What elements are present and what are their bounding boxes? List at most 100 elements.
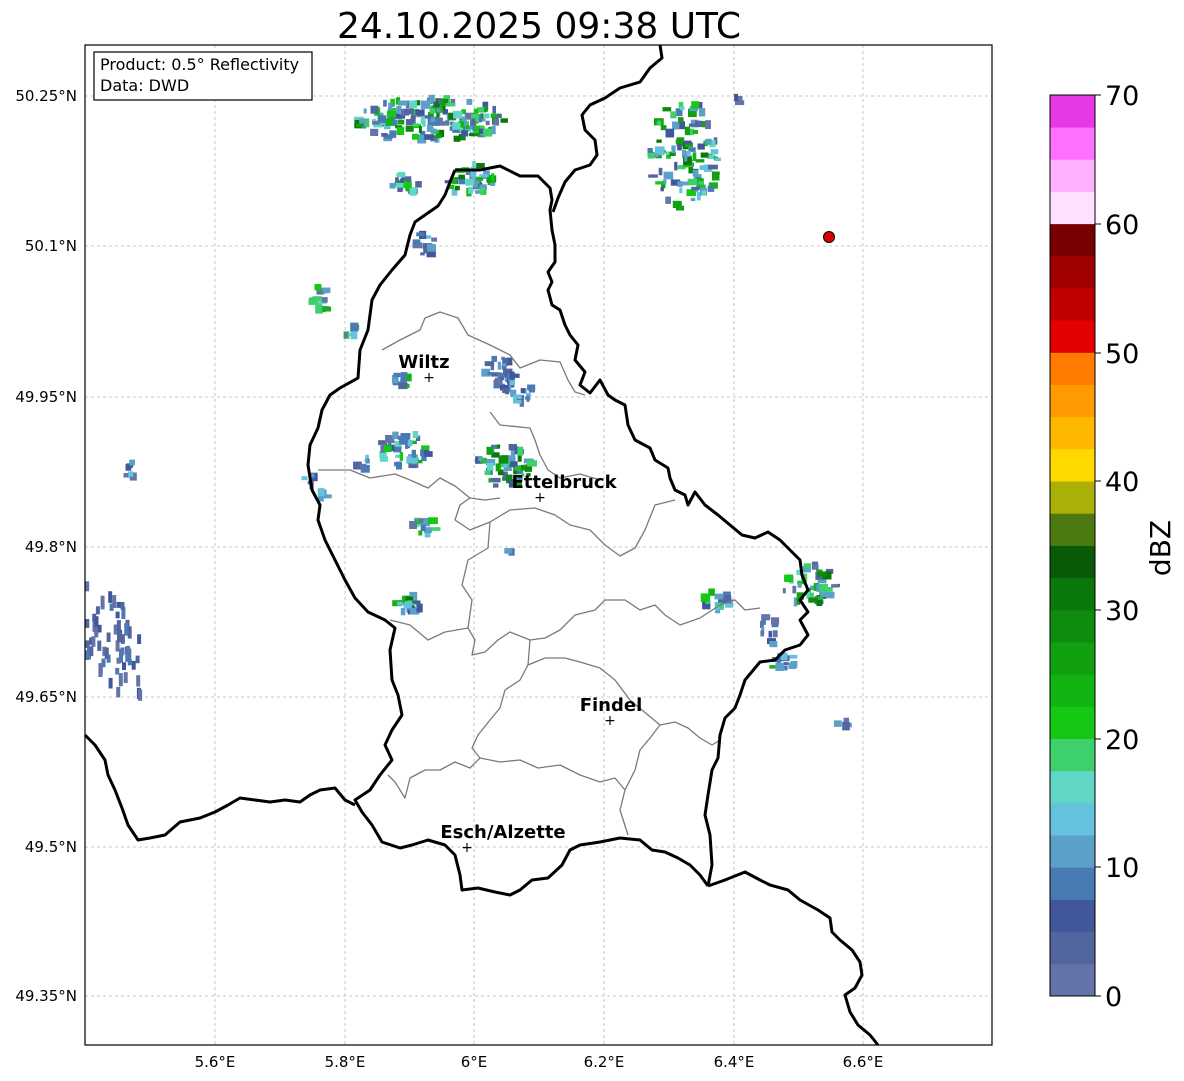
radar-echo-cell	[440, 121, 450, 126]
colorbar-tick: 20	[1105, 725, 1139, 756]
radar-echo-cell	[415, 109, 425, 116]
radar-echo-cell	[768, 630, 773, 638]
radar-echo-cell	[350, 322, 359, 332]
radar-echo-cell	[493, 118, 500, 126]
colorbar-ticks: 0 10 20 30 40 50 60 70	[1095, 81, 1139, 1013]
radar-echo-cell	[527, 384, 536, 391]
radar-echo-cell	[465, 178, 475, 186]
radar-echo-cell	[471, 118, 476, 125]
radar-echo-cell	[470, 171, 476, 178]
radar-echo-cell	[364, 459, 369, 463]
radar-echo-cell	[812, 564, 819, 570]
radar-echo-cell	[97, 640, 102, 651]
colorbar-segment	[1050, 127, 1095, 160]
radar-echo-cell	[714, 593, 724, 600]
radar-echo-cell	[760, 630, 764, 637]
lat-tick: 49.95°N	[15, 388, 77, 406]
lon-tick: 6.2°E	[584, 1053, 625, 1071]
radar-echo-cell	[712, 171, 720, 181]
radar-echo-cell	[430, 117, 436, 123]
radar-echo-cell	[397, 601, 403, 606]
colorbar-segment	[1050, 706, 1095, 739]
radar-echo-cell	[409, 521, 417, 529]
radar-echo-cell	[112, 595, 117, 608]
radar-echo-cell	[484, 113, 490, 119]
colorbar-tick: 0	[1105, 982, 1122, 1013]
radar-echo-cell	[816, 599, 823, 606]
lat-tick: 49.8°N	[25, 538, 77, 556]
radar-echo-cell	[389, 182, 396, 189]
radar-echo-cell	[498, 455, 509, 464]
radar-echo-cell	[98, 663, 103, 675]
city-label: Findel	[580, 695, 643, 716]
colorbar-segment	[1050, 223, 1095, 257]
radar-echo-cell	[411, 440, 417, 444]
radar-echo-cell	[500, 118, 508, 123]
colorbar-segment	[1050, 963, 1095, 997]
colorbar-tick: 50	[1105, 339, 1139, 370]
radar-echo-cell	[97, 624, 102, 633]
radar-echo-cell	[487, 372, 492, 376]
map-title: 24.10.2025 09:38 UTC	[337, 6, 741, 47]
radar-echo-cell	[504, 548, 512, 554]
radar-echo-cell	[771, 617, 780, 625]
radar-echo-cell	[104, 647, 109, 659]
radar-echo-cell	[782, 588, 786, 594]
radar-echo-cell	[695, 120, 703, 127]
radar-echo-cell	[493, 483, 499, 488]
radar-echo-cell	[412, 239, 421, 246]
radar-echo-cell	[683, 140, 692, 145]
radar-echo-cell	[686, 189, 697, 197]
radar-echo-cell	[527, 460, 537, 467]
city-label: Wiltz	[398, 352, 449, 373]
radar-echo-cell	[772, 630, 778, 638]
radar-echo-cell	[679, 106, 685, 111]
radar-echo-cell	[817, 571, 827, 577]
lon-tick: 5.6°E	[195, 1053, 236, 1071]
radar-echo-cell	[417, 459, 423, 464]
radar-echo-cell	[412, 133, 419, 140]
radar-echo-cell	[690, 197, 696, 202]
radar-echo-cell	[500, 376, 504, 381]
lat-tick-labels: 50.25°N 50.1°N 49.95°N 49.8°N 49.65°N 49…	[15, 87, 77, 1005]
radar-echo-cell	[695, 159, 705, 163]
map-panel: + Wiltz + Ettelbruck + Findel + Esch/Alz…	[83, 44, 993, 1046]
radar-echo-cell	[479, 187, 485, 194]
radar-echo-cell	[435, 117, 440, 126]
colorbar-segment	[1050, 609, 1095, 643]
radar-echo-cell	[495, 463, 501, 472]
radar-echo-cell	[707, 164, 718, 170]
radar-echo-cell	[308, 298, 314, 305]
radar-echo-cell	[427, 244, 436, 252]
colorbar-segment	[1050, 320, 1095, 353]
radar-echo-cell	[714, 157, 721, 161]
radar-echo-cell	[343, 332, 348, 339]
colorbar-segment	[1050, 384, 1095, 418]
radar-echo-cell	[85, 581, 90, 592]
radar-echo-cell	[370, 128, 379, 136]
radar-echo-cell	[691, 186, 700, 191]
radar-echo-cell	[388, 102, 393, 111]
radar-echo-cell	[783, 662, 789, 666]
lat-tick: 49.5°N	[25, 838, 77, 856]
lon-tick-labels: 5.6°E 5.8°E 6°E 6.2°E 6.4°E 6.6°E	[195, 1053, 884, 1071]
radar-echo-cell	[677, 143, 682, 151]
radar-echo-cell	[399, 452, 403, 461]
radar-echo-cell	[409, 100, 417, 109]
radar-echo-cell	[656, 139, 662, 143]
radar-echo-cell	[356, 123, 364, 127]
radar-echo-cell	[688, 123, 696, 127]
radar-echo-cell	[445, 102, 456, 107]
radar-echo-cell	[831, 584, 839, 588]
radar-echo-cell	[827, 587, 833, 592]
radar-echo-cell	[452, 122, 461, 130]
radar-echo-cell	[116, 657, 121, 664]
radar-echo-cell	[434, 134, 442, 139]
radar-echo-cell	[468, 133, 475, 137]
radar-echo-cell	[353, 462, 360, 469]
info-data-source: Data: DWD	[100, 76, 189, 95]
radar-echo-cell	[698, 108, 706, 117]
lon-tick: 6°E	[461, 1053, 488, 1071]
radar-echo-cell	[418, 530, 423, 536]
radar-echo-cell	[833, 720, 842, 727]
